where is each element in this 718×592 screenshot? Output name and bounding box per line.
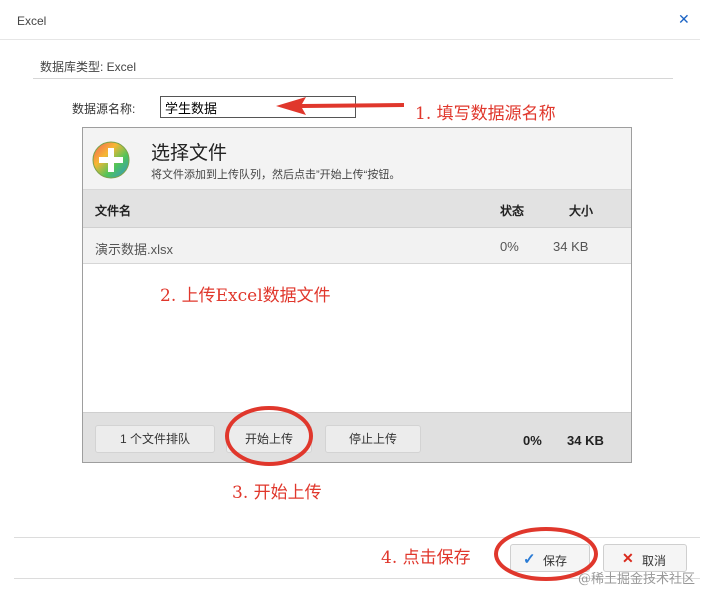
total-percent: 0% xyxy=(523,433,542,448)
uploader-footer: 1 个文件排队 开始上传 停止上传 0% 34 KB xyxy=(83,412,631,462)
datasource-name-input[interactable] xyxy=(160,96,356,118)
annotation-step1: 1. 填写数据源名称 xyxy=(415,104,556,124)
cancel-label: 取消 xyxy=(642,554,667,568)
dialog-titlebar: Excel ✕ xyxy=(0,0,700,40)
annotation-step4: 4. 点击保存 xyxy=(381,548,471,568)
start-upload-button[interactable]: 开始上传 xyxy=(226,425,312,453)
uploader-subtitle: 将文件添加到上传队列，然后点击”开始上传“按钮。 xyxy=(151,169,401,181)
col-filename: 文件名 xyxy=(95,204,132,218)
file-status: 0% xyxy=(500,239,519,254)
queue-button[interactable]: 1 个文件排队 xyxy=(95,425,215,453)
file-table-header: 文件名 状态 大小 xyxy=(83,190,631,228)
add-file-icon[interactable] xyxy=(91,140,131,180)
db-type-label: 数据库类型: Excel xyxy=(40,60,137,74)
annotation-step2: 2. 上传Excel数据文件 xyxy=(160,286,331,306)
datasource-name-label: 数据源名称: xyxy=(72,102,136,116)
watermark: @稀土掘金技术社区 xyxy=(578,572,696,587)
stop-upload-button[interactable]: 停止上传 xyxy=(325,425,421,453)
uploader-title: 选择文件 xyxy=(151,143,228,164)
col-size: 大小 xyxy=(569,204,594,218)
total-size: 34 KB xyxy=(567,433,604,448)
file-row[interactable]: 演示数据.xlsx 0% 34 KB xyxy=(83,228,631,264)
x-icon: ✕ xyxy=(622,550,634,566)
uploader-header: 选择文件 将文件添加到上传队列，然后点击”开始上传“按钮。 xyxy=(83,128,631,190)
save-label: 保存 xyxy=(543,554,568,568)
footer-divider xyxy=(14,537,700,538)
col-status: 状态 xyxy=(500,204,525,218)
excel-datasource-dialog: Excel ✕ 数据库类型: Excel 数据源名称: 选择文件 xyxy=(0,0,718,592)
divider xyxy=(33,78,673,79)
dialog-title: Excel xyxy=(17,14,47,28)
checkmark-icon: ✓ xyxy=(523,551,536,568)
file-size: 34 KB xyxy=(553,239,589,254)
close-icon[interactable]: ✕ xyxy=(678,11,690,28)
annotation-step3: 3. 开始上传 xyxy=(232,483,322,503)
file-name: 演示数据.xlsx xyxy=(95,242,174,257)
